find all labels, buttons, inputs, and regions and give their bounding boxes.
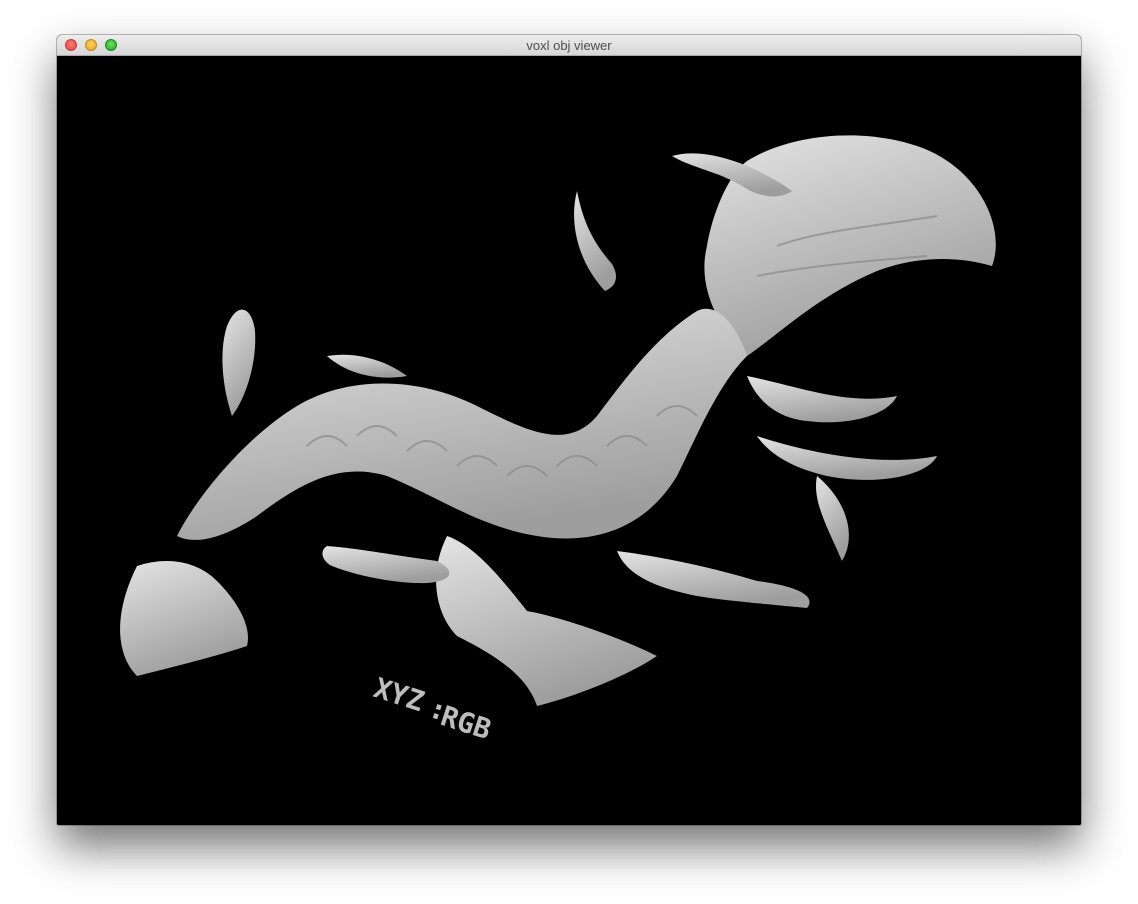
title-bar[interactable]: voxl obj viewer <box>57 35 1081 56</box>
axis-label-rgb: RGB <box>437 699 495 746</box>
axis-label-xyz: XYZ <box>370 671 428 718</box>
app-window: voxl obj viewer XYZ: RGB <box>57 35 1081 825</box>
axis-gizmo: XYZ : RGB <box>370 671 495 746</box>
render-canvas[interactable]: XYZ : RGB <box>57 56 1081 825</box>
3d-viewport[interactable]: XYZ : RGB <box>57 56 1081 825</box>
window-title: voxl obj viewer <box>526 38 612 53</box>
dragon-model[interactable] <box>120 135 996 706</box>
